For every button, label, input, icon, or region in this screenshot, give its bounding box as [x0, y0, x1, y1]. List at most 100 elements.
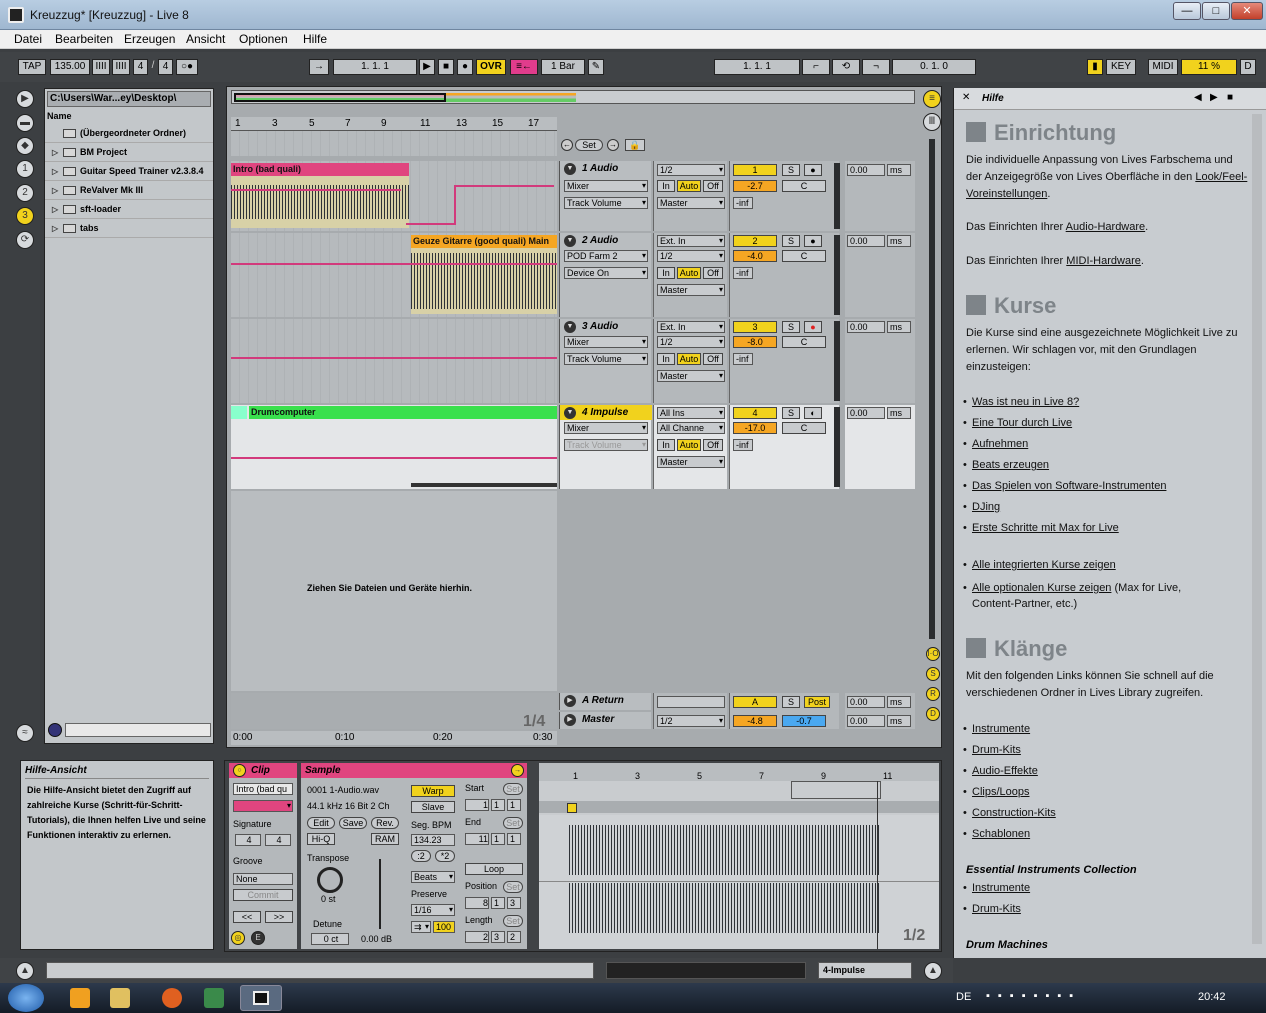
- input-type[interactable]: Ext. In: [657, 321, 725, 333]
- master-header[interactable]: ▶ Master: [559, 712, 651, 729]
- monitor-off-button[interactable]: Off: [703, 439, 723, 451]
- commit-button[interactable]: Commit: [233, 889, 293, 901]
- clip-gain-slider[interactable]: [379, 859, 381, 929]
- return-output[interactable]: [657, 696, 725, 708]
- close-button[interactable]: ✕: [1231, 2, 1263, 20]
- key-map-button[interactable]: KEY: [1106, 59, 1136, 75]
- track-name[interactable]: A Return: [582, 695, 624, 706]
- track-fold-icon[interactable]: ▶: [564, 714, 576, 726]
- monitor-auto-button[interactable]: Auto: [677, 353, 701, 365]
- track-header-4[interactable]: ▼ 4 Impulse Mixer Track Volume: [559, 405, 652, 489]
- menu-bearbeiten[interactable]: Bearbeiten: [55, 32, 113, 46]
- monitor-in-button[interactable]: In: [657, 439, 675, 451]
- arm-button[interactable]: ●: [804, 164, 822, 176]
- track-fold-icon[interactable]: ▶: [564, 695, 576, 707]
- follow-icon[interactable]: →: [309, 59, 329, 75]
- hiq-button[interactable]: Hi-Q: [307, 833, 335, 845]
- clip-name-field[interactable]: Intro (bad qu: [233, 783, 293, 795]
- end-sixteenth[interactable]: 1: [507, 833, 521, 845]
- set-end-button[interactable]: Set: [503, 817, 523, 829]
- track-header-3[interactable]: ▼ 3 Audio Mixer Track Volume: [559, 319, 651, 403]
- ableton-taskbar-button[interactable]: [240, 985, 282, 1011]
- track-header-1[interactable]: ▼ 1 Audio Mixer Track Volume: [559, 161, 651, 231]
- track-name[interactable]: Master: [582, 714, 614, 725]
- draw-mode-icon[interactable]: ✎: [588, 59, 604, 75]
- play-icon[interactable]: ▶: [419, 59, 435, 75]
- transpose-knob[interactable]: [317, 867, 343, 893]
- envelope-icon[interactable]: E: [251, 931, 265, 945]
- master-delay-field[interactable]: 0.00: [847, 715, 885, 727]
- length-sixteenth[interactable]: 2: [507, 931, 521, 943]
- link-lesson[interactable]: DJing: [972, 501, 1000, 513]
- browser-item-tabs[interactable]: ▷ tabs: [45, 220, 213, 238]
- hot-swap-icon[interactable]: ⟳: [16, 231, 34, 249]
- media-player-icon[interactable]: [70, 988, 90, 1008]
- clip-intro[interactable]: Intro (bad quali): [231, 163, 409, 176]
- warp-mode-chooser[interactable]: Beats: [411, 871, 455, 883]
- set-length-button[interactable]: Set: [503, 915, 523, 927]
- preserve-chooser[interactable]: 1/16: [411, 904, 455, 916]
- seg-bpm-field[interactable]: 134.23: [411, 834, 455, 846]
- browser-item-parent[interactable]: (Übergeordneter Ordner): [45, 125, 213, 143]
- monitor-in-button[interactable]: In: [657, 267, 675, 279]
- length-bar[interactable]: 2: [465, 931, 489, 943]
- link-all-built-in-lessons[interactable]: Alle integrierten Kurse zeigen: [972, 559, 1116, 571]
- plugin-browser-icon[interactable]: ◆: [16, 137, 34, 155]
- drop-area[interactable]: Ziehen Sie Dateien und Geräte hierhin.: [231, 491, 557, 691]
- clip-signature-numerator[interactable]: 4: [235, 834, 261, 846]
- delay-unit[interactable]: ms: [887, 321, 911, 333]
- tray-icons[interactable]: ▪▪▪▪▪▪▪▪: [986, 990, 1146, 1006]
- slave-button[interactable]: Slave: [411, 801, 455, 813]
- help-back-icon[interactable]: ◀: [1194, 92, 1202, 103]
- end-beat[interactable]: 1: [491, 833, 505, 845]
- groove-chooser[interactable]: None: [233, 873, 293, 885]
- overview-mini-map[interactable]: [606, 962, 806, 979]
- clip-geuze-gitarre[interactable]: Geuze Gitarre (good quali) Main: [411, 235, 557, 248]
- volume-field[interactable]: -8.0: [733, 336, 777, 348]
- locator-prev-icon[interactable]: ←: [561, 139, 573, 151]
- browser-item-bm-project[interactable]: ▷ BM Project: [45, 144, 213, 162]
- output-chooser[interactable]: Master: [657, 456, 725, 468]
- device-chooser[interactable]: Mixer: [564, 422, 648, 434]
- track-activator[interactable]: 3: [733, 321, 777, 333]
- link-library[interactable]: Drum-Kits: [972, 744, 1021, 756]
- vertical-scrollbar[interactable]: [929, 139, 935, 639]
- link-lesson[interactable]: Was ist neu in Live 8?: [972, 396, 1079, 408]
- help-forward-icon[interactable]: ▶: [1210, 92, 1218, 103]
- io-toggle-icon[interactable]: I·O: [926, 647, 940, 661]
- delay-unit[interactable]: ms: [887, 164, 911, 176]
- menu-optionen[interactable]: Optionen: [239, 32, 288, 46]
- track-lane-3[interactable]: [231, 319, 557, 403]
- midi-map-button[interactable]: MIDI: [1148, 59, 1178, 75]
- volume-field[interactable]: -4.0: [733, 250, 777, 262]
- track-name[interactable]: 3 Audio: [582, 321, 618, 332]
- track-header-2[interactable]: ▼ 2 Audio POD Farm 2 Device On: [559, 233, 651, 317]
- solo-button[interactable]: S: [782, 407, 800, 419]
- param-chooser[interactable]: Track Volume: [564, 197, 648, 209]
- loop-start-field[interactable]: 1. 1. 1: [714, 59, 800, 75]
- device-chooser[interactable]: Mixer: [564, 180, 648, 192]
- explorer-icon[interactable]: [110, 988, 130, 1008]
- delay-unit[interactable]: ms: [887, 407, 911, 419]
- track-activator[interactable]: 1: [733, 164, 777, 176]
- menu-erzeugen[interactable]: Erzeugen: [124, 32, 175, 46]
- param-chooser[interactable]: Track Volume: [564, 353, 648, 365]
- info-toggle-icon[interactable]: ▲: [16, 962, 34, 980]
- track-fold-icon[interactable]: ▼: [564, 235, 576, 247]
- pan-field[interactable]: C: [782, 180, 826, 192]
- overview-strip[interactable]: [231, 90, 915, 104]
- solo-button[interactable]: S: [782, 321, 800, 333]
- post-button[interactable]: Post: [804, 696, 830, 708]
- clip-drumcomputer[interactable]: Drumcomputer: [249, 406, 557, 419]
- track-lane-2[interactable]: Geuze Gitarre (good quali) Main: [231, 233, 557, 317]
- menu-ansicht[interactable]: Ansicht: [186, 32, 225, 46]
- overdub-button[interactable]: OVR: [476, 59, 506, 75]
- record-icon[interactable]: ●: [457, 59, 473, 75]
- returns-toggle-icon[interactable]: R: [926, 687, 940, 701]
- track-fold-icon[interactable]: ▼: [564, 321, 576, 333]
- locator-next-icon[interactable]: →: [607, 139, 619, 151]
- computer-midi-keyboard-icon[interactable]: ▮: [1087, 59, 1103, 75]
- link-midi-hardware[interactable]: MIDI-Hardware: [1066, 255, 1141, 267]
- automation-arm-icon[interactable]: ≡←: [510, 59, 538, 75]
- file-browser-2-icon[interactable]: 2: [16, 184, 34, 202]
